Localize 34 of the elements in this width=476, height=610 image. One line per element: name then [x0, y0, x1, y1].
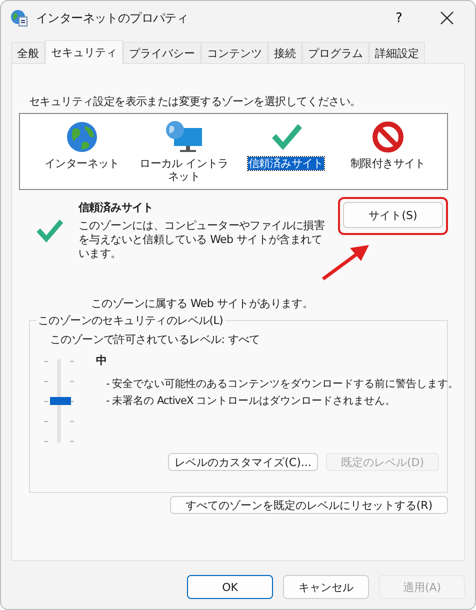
tab[interactable]: セキュリティ — [45, 40, 123, 64]
sites-button[interactable]: サイト(S) — [343, 202, 443, 228]
zone-title: 信頼済みサイト — [78, 200, 154, 215]
help-button[interactable]: ? — [379, 3, 419, 33]
zone-description: このゾーンには、コンピューターやファイルに損害を与えないと信頼している Web サイトが含まれています。 — [78, 219, 326, 260]
window-title: インターネットのプロパティ — [36, 10, 190, 26]
membership-note: このゾーンに属する Web サイトがあります。 — [91, 296, 314, 311]
tab[interactable]: 接続 — [268, 42, 302, 63]
zone-item[interactable]: 制限付きサイト — [350, 157, 426, 170]
internet-options-icon — [10, 9, 28, 27]
level-name: 中 — [96, 353, 108, 368]
zone-item[interactable]: 信頼済みサイト — [248, 157, 324, 170]
zone-item[interactable]: ローカル イントラネット — [136, 157, 232, 184]
tab[interactable]: 全般 — [11, 42, 45, 63]
zone-prompt: セキュリティ設定を表示または変更するゾーンを選択してください。 — [28, 94, 362, 109]
customize-level-button[interactable]: レベルのカスタマイズ(C)... — [168, 453, 318, 471]
tab[interactable]: コンテンツ — [201, 42, 268, 63]
group-legend: このゾーンのセキュリティのレベル(L) — [36, 313, 226, 328]
slider-thumb[interactable] — [50, 397, 71, 405]
prohibited-icon — [371, 120, 405, 154]
reset-all-zones-button[interactable]: すべてのゾーンを既定のレベルにリセットする(R) — [170, 496, 448, 514]
tab[interactable]: 詳細設定 — [369, 42, 425, 63]
pointer-arrow — [319, 242, 371, 282]
dialog-button[interactable]: OK — [187, 575, 273, 599]
allowed-level: このゾーンで許可されているレベル: すべて — [49, 332, 261, 347]
tab[interactable]: プログラム — [302, 42, 369, 63]
level-description: - 安全でない可能性のあるコンテンツをダウンロードする前に警告します。 — [105, 377, 459, 391]
globe-icon — [65, 120, 99, 154]
level-description: - 未署名の ActiveX コントロールはダウンロードされません。 — [105, 394, 396, 408]
zone-item[interactable]: インターネット — [44, 157, 120, 170]
tab[interactable]: プライバシー — [123, 42, 201, 63]
monitor-globe-icon — [164, 120, 204, 154]
close-icon — [440, 11, 454, 25]
dialog-button[interactable]: キャンセル — [283, 575, 369, 599]
